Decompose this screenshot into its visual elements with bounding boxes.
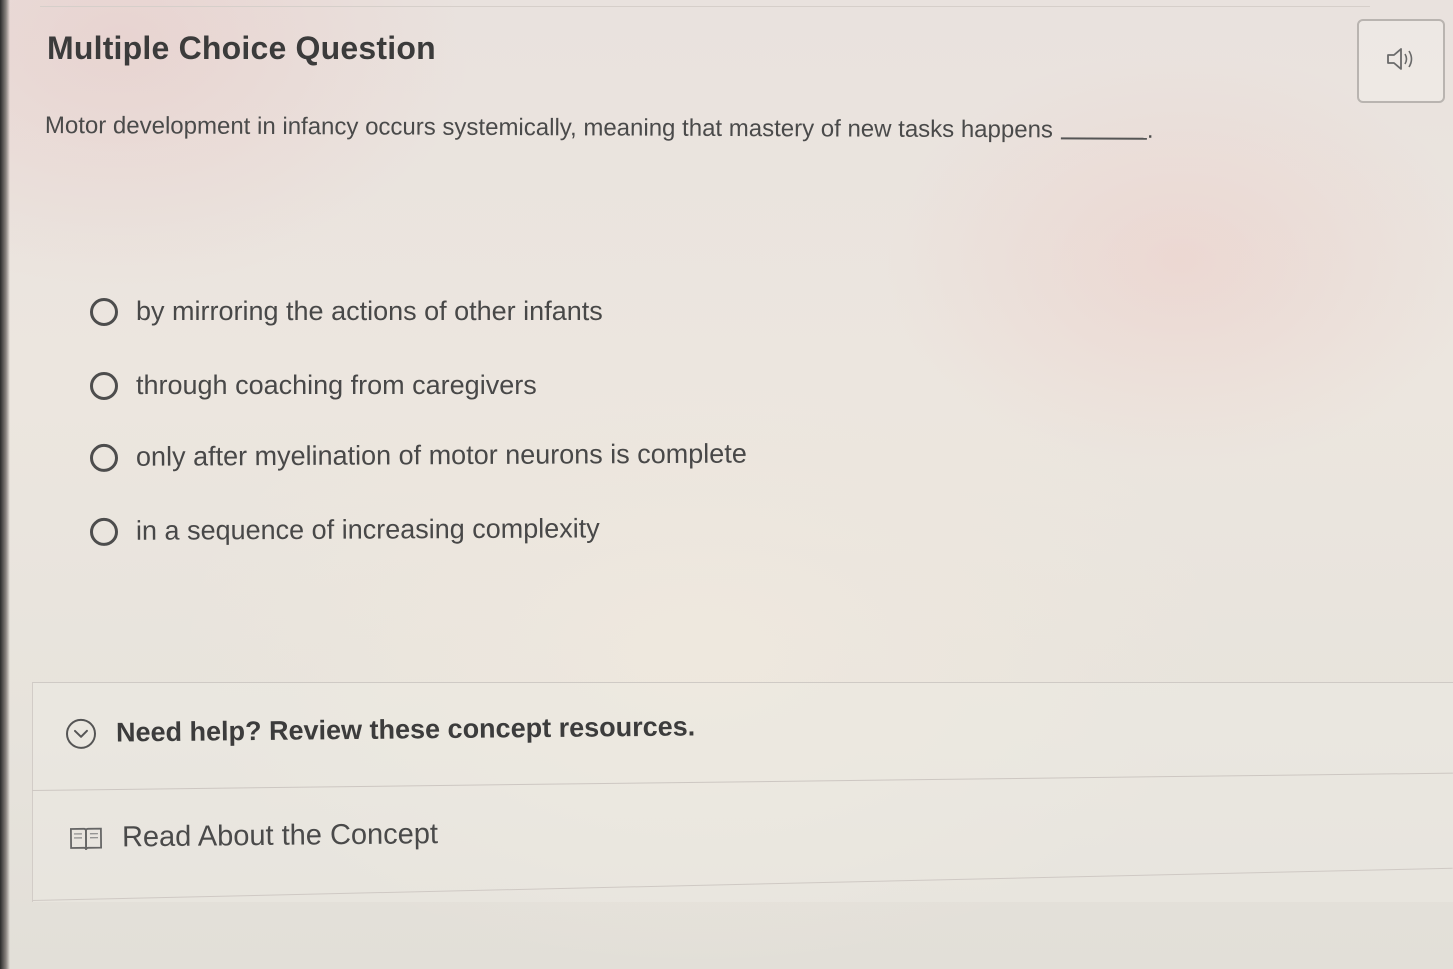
option-1[interactable]: by mirroring the actions of other infant… [90,296,603,327]
option-label: through coaching from caregivers [136,370,537,400]
option-2[interactable]: through coaching from caregivers [90,370,537,401]
question-prompt: Motor development in infancy occurs syst… [45,112,1154,145]
read-about-concept-link[interactable]: Read About the Concept [68,818,438,855]
help-heading[interactable]: Need help? Review these concept resource… [116,711,696,748]
radio-button[interactable] [89,443,119,472]
option-label: only after myelination of motor neurons … [135,438,747,472]
chevron-down-icon[interactable] [65,718,97,749]
help-toggle[interactable]: Need help? Review these concept resource… [65,711,696,749]
option-label: by mirroring the actions of other infant… [136,296,603,326]
concept-resources-panel [32,682,1453,902]
radio-button[interactable] [89,517,119,546]
question-type-title: Multiple Choice Question [47,30,436,66]
top-divider [40,6,1370,7]
answer-blank [1060,137,1147,140]
read-about-concept-label[interactable]: Read About the Concept [122,818,438,854]
speaker-icon [1384,45,1418,78]
radio-button[interactable] [90,371,118,400]
read-aloud-button[interactable] [1357,19,1445,103]
question-end-punctuation: . [1146,116,1154,144]
screen-edge [0,0,10,969]
option-3[interactable]: only after myelination of motor neurons … [89,438,747,473]
option-label: in a sequence of increasing complexity [135,513,600,546]
option-4[interactable]: in a sequence of increasing complexity [89,513,600,547]
question-text: Motor development in infancy occurs syst… [44,112,1054,144]
radio-button[interactable] [90,297,118,326]
book-icon [68,824,104,852]
